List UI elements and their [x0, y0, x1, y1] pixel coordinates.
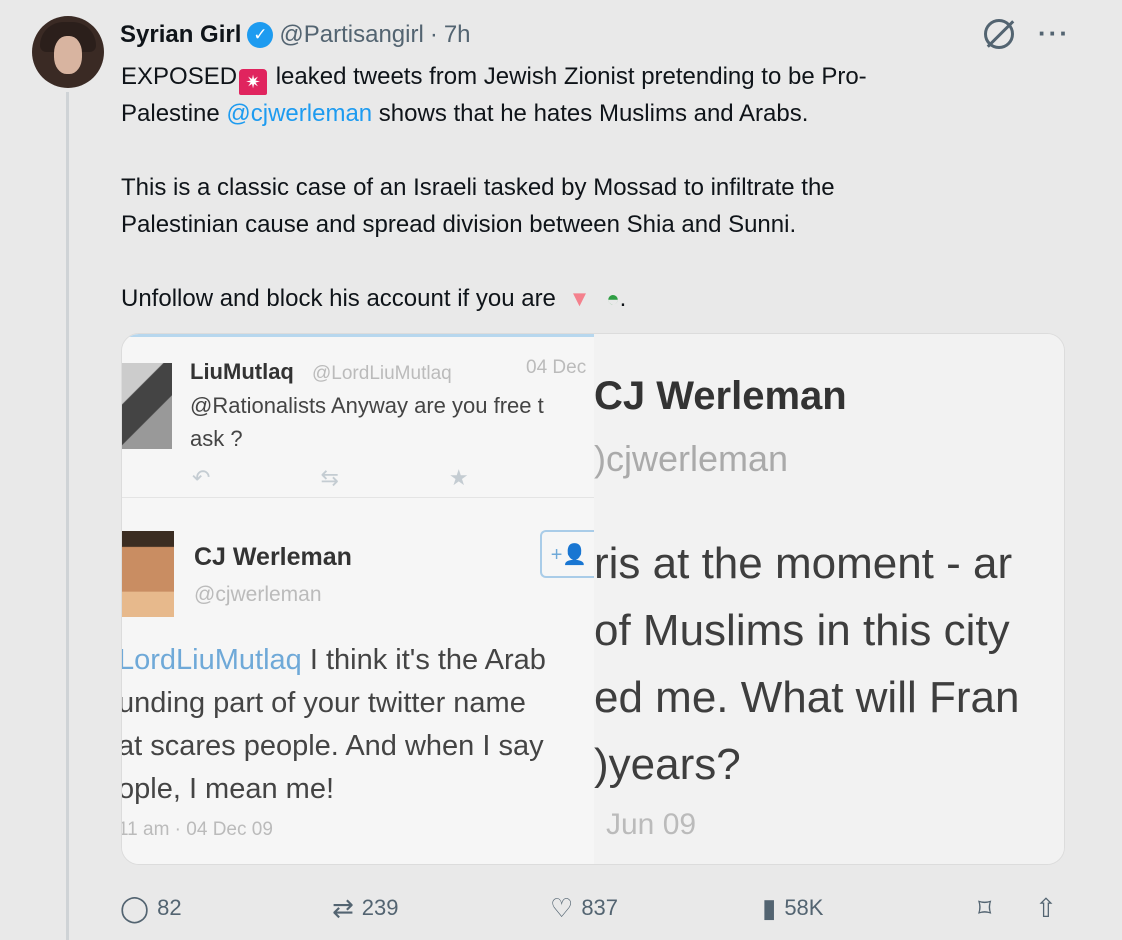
text-segment: Unfollow and block his account if you ar…	[121, 285, 563, 312]
share-button[interactable]: ⇧	[1035, 886, 1057, 930]
tweet-media-image[interactable]: LiuMutlaq @LordLiuMutlaq 04 Dec @Rationa…	[121, 333, 1065, 865]
author-name[interactable]: Syrian Girl	[120, 21, 241, 49]
reply-line: LordLiuMutlaq I think it's the Arab	[121, 639, 598, 682]
red-triangle-emoji-icon: ▼	[568, 286, 591, 311]
tweet-line: )years?	[594, 740, 741, 789]
divider	[122, 497, 594, 498]
screenshot-right-pane: CJ Werleman )cjwerleman ris at the momen…	[594, 334, 1064, 864]
cjwerleman-name-large: CJ Werleman	[594, 374, 847, 418]
reply-count: 82	[157, 895, 182, 920]
retweet-button[interactable]: ⇄ 239	[332, 886, 399, 930]
avatar-face	[54, 36, 82, 74]
follow-user-icon: +👤	[540, 530, 596, 578]
tweet-line-1: EXPOSED ✷ leaked tweets from Jewish Zioni…	[121, 58, 1001, 95]
share-upload-icon: ⇧	[1035, 892, 1057, 923]
reply-line: unding part of your twitter name	[121, 687, 526, 719]
reply-icon: ↶	[192, 465, 211, 490]
cjwerleman-handle-large: )cjwerleman	[594, 438, 789, 479]
text-segment: shows that he hates Muslims and Arabs.	[372, 100, 809, 127]
cjwerleman-avatar	[122, 531, 174, 617]
watermelon-emoji-icon: ◓	[606, 286, 620, 311]
screenshot-action-row: ↶ ⇆ ★	[192, 465, 469, 491]
retweet-count: 239	[361, 895, 399, 920]
tweet-para2-line2: Palestinian cause and spread division be…	[121, 211, 797, 238]
heart-icon: ♡	[550, 892, 574, 923]
view-count: 58K	[784, 895, 824, 920]
tweet-top-actions: ···	[984, 18, 1070, 49]
tweet-time[interactable]: 7h	[444, 21, 471, 49]
tweet-para3: Unfollow and block his account if you ar…	[121, 280, 1001, 317]
cjwerleman-name: CJ Werleman	[194, 543, 352, 571]
reply-line: ople, I mean me!	[121, 773, 334, 805]
liumutlaq-name: LiuMutlaq	[190, 359, 294, 384]
tweet-header: Syrian Girl ✓ @Partisangirl · 7h	[120, 18, 471, 52]
retweet-icon: ⇄	[332, 892, 354, 923]
liumutlaq-text-line: ask ?	[190, 426, 243, 451]
liumutlaq-text-line: @Rationalists Anyway are you free t	[190, 393, 544, 418]
tweet-text: EXPOSED ✷ leaked tweets from Jewish Zioni…	[121, 58, 1001, 317]
tweet-line: ed me. What will Fran	[594, 673, 1020, 722]
cjwerleman-tweet-date: Jun 09	[606, 808, 697, 841]
cjwerleman-tweet-text: ris at the moment - ar of Muslims in thi…	[594, 530, 1064, 798]
reply-timestamp: 11 am · 04 Dec 09	[121, 819, 273, 840]
text-segment: I think it's the Arab	[301, 644, 546, 676]
siren-emoji-icon: ✷	[239, 69, 268, 95]
tweet-action-bar: ◯ 82 ⇄ 239 ♡ 837 ▮ 58K ⌑ ⇧	[120, 886, 1070, 930]
mention-link[interactable]: @cjwerleman	[226, 100, 372, 127]
text-segment: leaked tweets from Jewish Zionist preten…	[269, 63, 867, 90]
screenshot-left-pane: LiuMutlaq @LordLiuMutlaq 04 Dec @Rationa…	[121, 334, 596, 864]
verified-badge-icon: ✓	[247, 22, 274, 48]
bookmark-icon: ⌑	[978, 892, 992, 923]
tweet-line-2: Palestine @cjwerleman shows that he hate…	[121, 95, 1001, 132]
author-handle[interactable]: @Partisangirl	[279, 21, 423, 49]
like-count: 837	[581, 895, 619, 920]
liumutlaq-date: 04 Dec	[526, 357, 587, 378]
reply-line: at scares people. And when I say	[121, 730, 544, 762]
thread-line	[66, 92, 69, 940]
reply-button[interactable]: ◯ 82	[120, 886, 182, 930]
text-segment: EXPOSED	[121, 63, 238, 90]
text-segment: .	[619, 285, 627, 312]
views-button[interactable]: ▮ 58K	[762, 886, 823, 930]
tweet-line: ris at the moment - ar	[594, 539, 1013, 588]
analytics-bars-icon: ▮	[762, 892, 777, 923]
favorite-star-icon: ★	[448, 465, 469, 490]
liumutlaq-avatar	[122, 363, 172, 449]
reply-mention: LordLiuMutlaq	[121, 644, 302, 676]
tweet-para2-line1: This is a classic case of an Israeli tas…	[121, 174, 835, 201]
liumutlaq-text: @Rationalists Anyway are you free t ask …	[190, 389, 590, 455]
grok-icon[interactable]	[984, 18, 1015, 49]
retweet-icon: ⇆	[320, 465, 339, 490]
separator: ·	[429, 21, 438, 48]
author-avatar[interactable]	[32, 16, 104, 88]
tweet-line: of Muslims in this city	[594, 606, 1010, 655]
bookmark-button[interactable]: ⌑	[978, 886, 991, 930]
liumutlaq-handle: @LordLiuMutlaq	[312, 363, 452, 384]
more-options-icon[interactable]: ···	[1038, 18, 1070, 49]
like-button[interactable]: ♡ 837	[550, 886, 618, 930]
reply-bubble-icon: ◯	[120, 892, 150, 923]
cjwerleman-reply-text: LordLiuMutlaq I think it's the Arab undi…	[121, 639, 598, 811]
cjwerleman-handle: @cjwerleman	[194, 583, 322, 606]
text-segment: Palestine	[121, 100, 227, 127]
